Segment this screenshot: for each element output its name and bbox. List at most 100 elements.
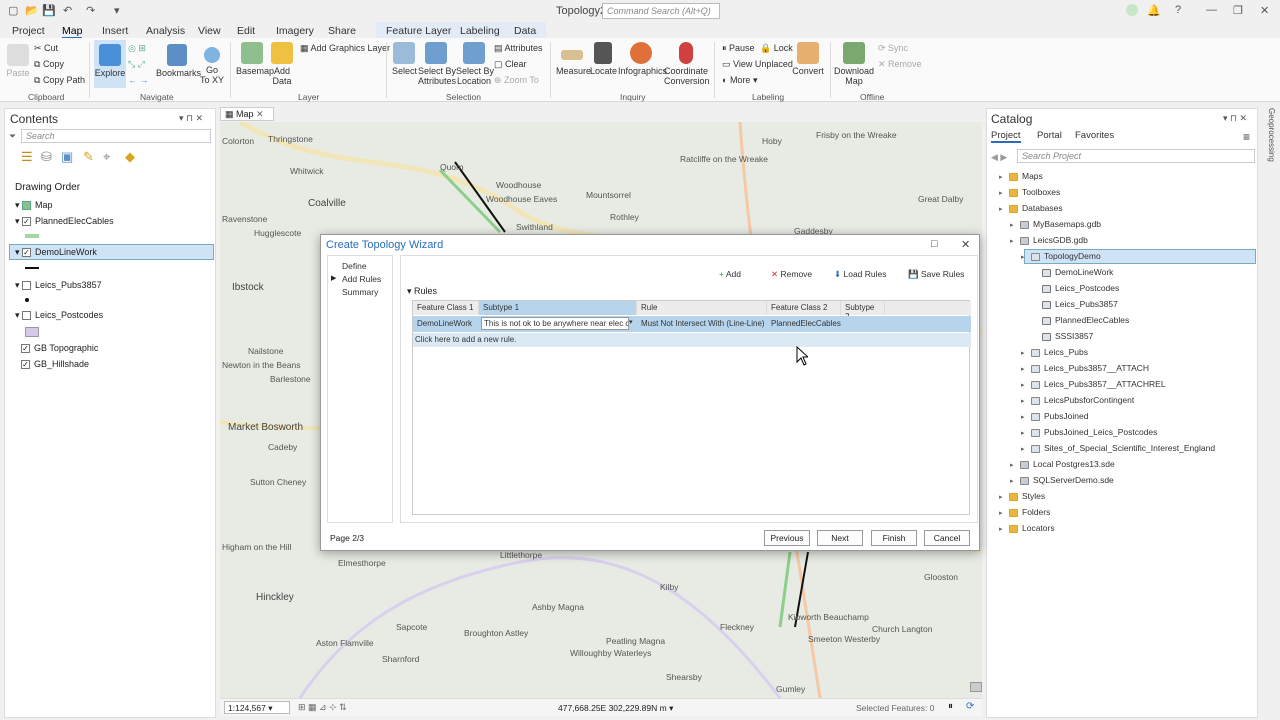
close-icon[interactable]: ✕ [1260,4,1269,17]
next-button[interactable]: Next [817,530,863,546]
previous-button[interactable]: Previous [764,530,810,546]
clear-selection-button[interactable]: ▢ Clear [494,59,527,70]
catalog-item[interactable]: ▸ TopologyDemo [1021,251,1101,261]
add-graphics-layer-button[interactable]: ▦ Add Graphics Layer [300,43,390,54]
catalog-item[interactable]: ▸ Sites_of_Special_Scientific_Interest_En… [1021,443,1215,453]
list-by-labeling-icon[interactable]: ◆ [125,149,135,165]
catalog-item[interactable]: ▸ Locators [999,523,1055,533]
catalog-item[interactable]: ▸ Maps [999,171,1043,181]
previous-extent-icon[interactable]: ← → [128,75,149,85]
remove-offline-button[interactable]: ✕ Remove [878,59,922,70]
pause-drawing-icon[interactable]: ⏸ [948,701,953,712]
rule-subtype1-cell[interactable]: This is not ok to be anywhere near elec … [479,316,637,332]
rule-fc2-cell[interactable]: PlannedElecCables [767,316,841,332]
add-rule-button[interactable]: + Add [719,269,741,279]
catalog-item[interactable]: ▸ Leics_Pubs [1021,347,1088,357]
catalog-item[interactable]: Leics_Postcodes [1032,283,1119,293]
coordinate-conversion-button[interactable]: Coordinate Conversion [664,42,710,86]
customize-qa-icon[interactable]: ▾ [114,4,120,17]
tab-view[interactable]: View [198,25,221,37]
catalog-item[interactable]: ▸ LeicsGDB.gdb [1010,235,1088,245]
column-header-feature-class-2[interactable]: Feature Class 2 [767,301,841,315]
layer-item-gb-topographic[interactable]: ✓ GB Topographic [21,343,98,354]
tab-imagery[interactable]: Imagery [276,25,314,37]
command-search-input[interactable]: Command Search (Alt+Q) [602,3,720,19]
select-button[interactable]: Select [392,42,417,76]
list-by-drawing-order-icon[interactable]: ☰ [21,149,33,165]
select-by-attributes-button[interactable]: Select By Attributes [418,42,456,86]
catalog-menu-icon[interactable]: ≡ [1243,130,1250,144]
contents-pane-menu-icon[interactable]: ▾ ⊓ ✕ [179,113,203,124]
full-extent-icon[interactable]: ◎ ⊞ [128,43,146,54]
help-icon[interactable]: ? [1175,4,1181,16]
layer-item-leics-pubs3857[interactable]: ▾ Leics_Pubs3857 [15,280,102,291]
tab-project[interactable]: Project [12,25,45,37]
tab-analysis[interactable]: Analysis [146,25,185,37]
layer-checkbox[interactable] [22,311,32,321]
tab-data[interactable]: Data [514,25,536,37]
catalog-item[interactable]: ▸ Styles [999,491,1045,501]
zoom-to-selection-button[interactable]: ⊕ Zoom To [494,75,539,86]
rule-fc1-cell[interactable]: DemoLineWork [413,316,479,332]
infographics-button[interactable]: Infographics [618,42,667,76]
undo-icon[interactable]: ↶ [63,4,72,17]
layer-checkbox[interactable] [22,281,32,291]
list-by-selection-icon[interactable]: ▣ [61,149,73,165]
catalog-item[interactable]: ▸ Folders [999,507,1050,517]
layer-item-gb-hillshade[interactable]: ✓ GB_Hillshade [21,359,89,370]
dropdown-arrow-icon[interactable]: ▾ [629,319,633,326]
catalog-tab-project[interactable]: Project [991,130,1021,143]
catalog-item[interactable]: ▸ PubsJoined [1021,411,1088,421]
layer-item-map[interactable]: ▾ Map [15,200,53,211]
copy-path-button[interactable]: ⧉ Copy Path [34,75,85,86]
download-map-button[interactable]: Download Map [834,42,874,86]
lock-labels-button[interactable]: 🔒 Lock [760,43,793,54]
catalog-item[interactable]: Leics_Pubs3857 [1032,299,1118,309]
pause-labeling-button[interactable]: ⏸ Pause [722,43,755,54]
rule-subtype2-cell[interactable] [841,316,971,332]
layer-checkbox[interactable]: ✓ [22,248,32,258]
dialog-close-icon[interactable]: ✕ [961,238,970,251]
catalog-item[interactable]: SSSI3857 [1032,331,1093,341]
catalog-search-input[interactable]: Search Project [1017,149,1255,163]
copy-button[interactable]: ⧉ Copy [34,59,64,70]
catalog-item[interactable]: ▸ Leics_Pubs3857__ATTACHREL [1021,379,1166,389]
convert-button[interactable]: Convert [792,42,824,76]
column-header-rule[interactable]: Rule [637,301,767,315]
catalog-tab-portal[interactable]: Portal [1037,130,1062,141]
save-icon[interactable]: 💾 [42,4,56,17]
explore-button[interactable]: Explore [94,40,126,88]
finish-button[interactable]: Finish [871,530,917,546]
map-tools-icon[interactable]: ⊞ ▦ ⊿ ⊹ ⇅ [298,702,347,713]
close-map-tab-icon[interactable]: ✕ [256,109,264,119]
back-forward-icon[interactable]: ◀ ▶ [991,152,1007,163]
layer-checkbox[interactable]: ✓ [22,217,32,227]
overview-icon[interactable] [970,682,982,692]
measure-button[interactable]: Measure [556,42,591,76]
fixed-zoom-icon[interactable]: ⤡ ⤢ [128,59,145,70]
column-header-feature-class-1[interactable]: Feature Class 1 [413,301,479,315]
rule-rule-cell[interactable]: Must Not Intersect With (Line-Line) [637,316,767,332]
catalog-item[interactable]: ▸ Leics_Pubs3857__ATTACH [1021,363,1149,373]
tab-share[interactable]: Share [328,25,356,37]
restore-icon[interactable]: ❐ [1233,4,1243,17]
catalog-pane-menu-icon[interactable]: ▾ ⊓ ✕ [1223,113,1247,124]
locate-button[interactable]: Locate [590,42,617,76]
cut-button[interactable]: ✂ Cut [34,43,58,54]
save-rules-button[interactable]: 💾 Save Rules [908,269,964,280]
list-by-editing-icon[interactable]: ✎ [83,149,94,165]
remove-rule-button[interactable]: ✕ Remove [771,269,812,280]
minimize-icon[interactable]: — [1206,4,1217,16]
catalog-item[interactable]: ▸ Local Postgres13.sde [1010,459,1115,469]
filter-icon[interactable]: ⏷ [9,131,16,142]
goto-xy-button[interactable]: Go To XY [200,44,224,85]
layer-item-demolinework[interactable]: ▾ ✓ DemoLineWork [15,247,97,258]
tab-edit[interactable]: Edit [237,25,255,37]
notifications-icon[interactable]: 🔔 [1147,4,1161,17]
catalog-tab-favorites[interactable]: Favorites [1075,130,1114,141]
add-data-button[interactable]: Add Data [270,42,294,86]
layer-checkbox[interactable]: ✓ [21,360,30,370]
tab-map[interactable]: Map [62,25,83,39]
open-project-icon[interactable]: 📂 [25,4,39,17]
list-by-snapping-icon[interactable]: ⌖ [103,149,110,165]
